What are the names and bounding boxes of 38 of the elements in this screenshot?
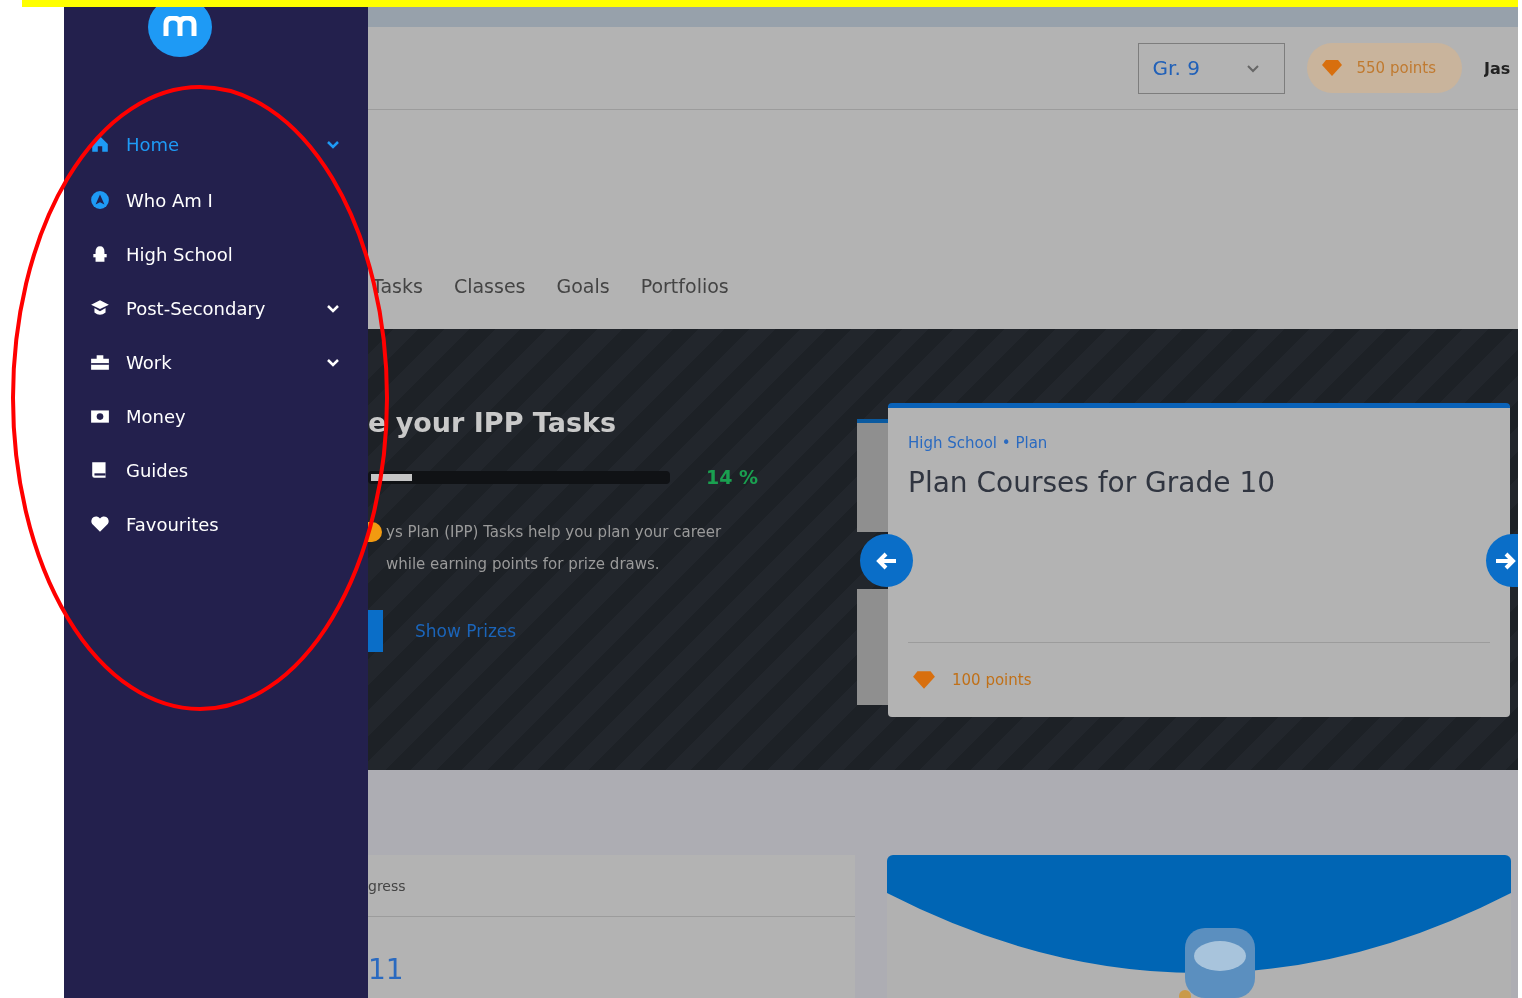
nav-item[interactable]: Guides bbox=[90, 443, 340, 497]
nav-label: Who Am I bbox=[126, 189, 214, 211]
nav-label: Work bbox=[126, 351, 173, 373]
nav-icon bbox=[90, 514, 110, 534]
points-badge: 550 points bbox=[1306, 43, 1462, 93]
nav-item[interactable]: Post-Secondary bbox=[90, 281, 340, 335]
diamond-icon bbox=[912, 670, 936, 690]
left-arrow-icon bbox=[875, 551, 898, 570]
nav-icon bbox=[90, 190, 110, 210]
chevron-icon bbox=[1245, 63, 1260, 73]
tab[interactable]: Classes bbox=[453, 275, 526, 297]
nav-item[interactable]: High School bbox=[90, 227, 340, 281]
tab[interactable]: Portfolios bbox=[640, 275, 729, 297]
nav-item[interactable]: Home bbox=[90, 115, 340, 173]
card-heading: gress bbox=[368, 855, 855, 917]
tab[interactable]: Goals bbox=[556, 275, 610, 297]
right-arrow-icon bbox=[1494, 551, 1516, 570]
card-points: 100 points bbox=[952, 671, 1032, 689]
nav-item[interactable]: Favourites bbox=[90, 497, 340, 551]
nav-icon bbox=[90, 298, 110, 318]
nav-icon bbox=[90, 244, 110, 264]
card-title: Plan Courses for Grade 10 bbox=[908, 466, 1276, 499]
card-category: High School • Plan bbox=[908, 434, 1049, 452]
nav-label: Money bbox=[126, 405, 187, 427]
nav-icon bbox=[90, 352, 110, 372]
task-card[interactable]: High School • Plan Plan Courses for Grade 10 100 points bbox=[888, 403, 1510, 717]
nav-item[interactable]: Work bbox=[90, 335, 340, 389]
nav-label: High School bbox=[126, 243, 234, 265]
logo-icon[interactable] bbox=[148, 7, 212, 57]
nav-item[interactable]: Who Am I bbox=[90, 173, 340, 227]
nav-item[interactable]: Money bbox=[90, 389, 340, 443]
nav-label: Post-Secondary bbox=[126, 297, 267, 319]
nav-label: Favourites bbox=[126, 513, 220, 535]
progress-percent: 14 % bbox=[706, 466, 759, 488]
nav-label: Guides bbox=[126, 459, 190, 481]
banner-description: ys Plan (IPP) Tasks help you plan your career while earning points for prize draws. bbox=[386, 522, 723, 575]
card-value: 11 bbox=[368, 953, 405, 986]
nav-label: Home bbox=[126, 133, 181, 155]
